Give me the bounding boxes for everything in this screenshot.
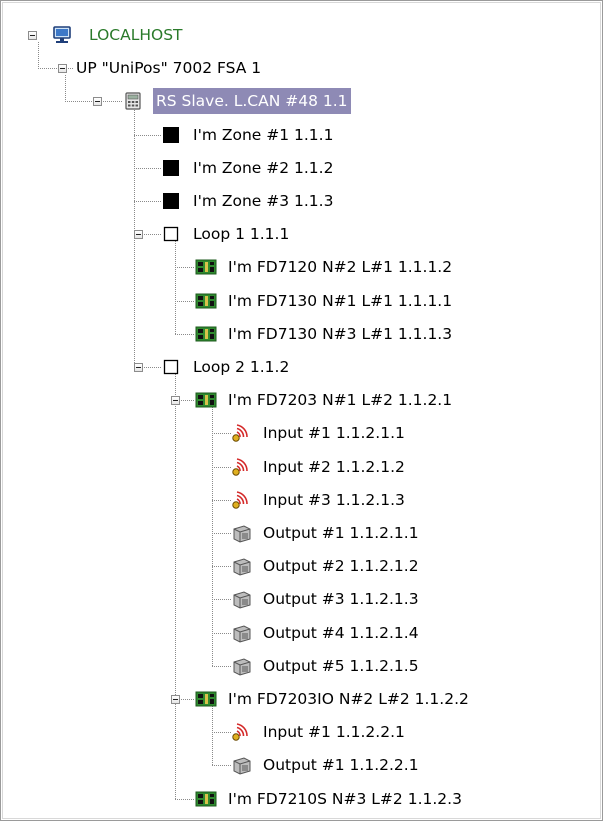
tree-node-label[interactable]: I'm FD7120 N#2 L#1 1.1.1.2 — [225, 254, 455, 280]
zone-filled-square-icon — [161, 158, 181, 178]
tree-node-label[interactable]: Output #5 1.1.2.1.5 — [260, 653, 422, 679]
circuit-board-icon — [195, 689, 217, 709]
expand-collapse-toggle[interactable] — [134, 230, 143, 240]
tree-view-panel: LOCALHOST UP "UniPos" 7002 FSA 1 RS Slave.… — [0, 0, 603, 821]
tree-connector-line — [212, 500, 231, 501]
tree-connector-line — [175, 241, 176, 334]
loop-empty-square-icon — [161, 224, 181, 244]
tree-connector-line — [212, 533, 231, 534]
tree-node-label[interactable]: I'm FD7203 N#1 L#2 1.1.2.1 — [225, 387, 455, 413]
tree-node-label[interactable]: Loop 2 1.1.2 — [190, 354, 292, 380]
tree-connector-line — [175, 799, 195, 800]
tree-node-label[interactable]: Input #2 1.1.2.1.2 — [260, 454, 408, 480]
tree-connector-line — [212, 566, 231, 567]
expand-collapse-toggle[interactable] — [28, 31, 37, 40]
tree-node-label[interactable]: Output #2 1.1.2.1.2 — [260, 553, 422, 579]
tree-node-label[interactable]: I'm FD7130 N#3 L#1 1.1.1.3 — [225, 321, 455, 347]
tree-node-label[interactable]: I'm FD7130 N#1 L#1 1.1.1.1 — [225, 288, 455, 314]
output-relay-icon — [231, 755, 251, 775]
tree-connector-line — [212, 765, 231, 766]
signal-input-icon — [231, 490, 251, 510]
output-relay-icon — [231, 556, 251, 576]
tree-connector-line — [212, 599, 231, 600]
tree-connector-line — [38, 42, 39, 68]
tree-node-label[interactable]: I'm FD7203IO N#2 L#2 1.1.2.2 — [225, 686, 472, 712]
tree-node-label[interactable]: Input #3 1.1.2.1.3 — [260, 487, 408, 513]
zone-filled-square-icon — [161, 125, 181, 145]
tree-connector-line — [175, 301, 195, 302]
expand-collapse-toggle[interactable] — [93, 97, 102, 107]
tree-connector-line — [134, 201, 161, 202]
circuit-board-icon — [195, 257, 217, 277]
tree-connector-line — [134, 168, 161, 169]
tree-node-label[interactable]: LOCALHOST — [86, 22, 186, 48]
tree-connector-line — [212, 666, 231, 667]
expand-collapse-toggle[interactable] — [171, 396, 180, 406]
tree-node-label[interactable]: Input #1 1.1.2.1.1 — [260, 420, 408, 446]
tree-node-label[interactable]: I'm Zone #2 1.1.2 — [190, 155, 336, 181]
tree-connector-line — [212, 407, 213, 666]
output-relay-icon — [231, 656, 251, 676]
tree-connector-line — [212, 433, 231, 434]
circuit-board-icon — [195, 291, 217, 311]
tree-node-label[interactable]: Output #1 1.1.2.2.1 — [260, 752, 422, 778]
tree-connector-line — [175, 374, 176, 799]
tree-connector-line — [38, 68, 73, 69]
tree-connector-line — [212, 467, 231, 468]
tree-node-label[interactable]: I'm Zone #3 1.1.3 — [190, 188, 336, 214]
tree-connector-line — [212, 633, 231, 634]
expand-collapse-toggle[interactable] — [171, 695, 180, 704]
computer-icon — [52, 25, 72, 45]
expand-collapse-toggle[interactable] — [58, 64, 67, 74]
circuit-board-icon — [195, 789, 217, 809]
output-relay-icon — [231, 589, 251, 609]
circuit-board-icon — [195, 390, 217, 410]
tree-node-label[interactable]: I'm FD7210S N#3 L#2 1.1.2.3 — [225, 786, 465, 812]
signal-input-icon — [231, 457, 251, 477]
expand-collapse-toggle[interactable] — [134, 363, 143, 372]
tree-node-label[interactable]: Loop 1 1.1.1 — [190, 221, 292, 247]
tree-connector-line — [134, 135, 161, 136]
tree-node-label[interactable]: Output #4 1.1.2.1.4 — [260, 620, 422, 646]
output-relay-icon — [231, 523, 251, 543]
tree-connector-line — [175, 334, 195, 335]
tree-connector-line — [175, 267, 195, 268]
calculator-icon — [123, 91, 143, 111]
tree-node-label-selected[interactable]: RS Slave. L.CAN #48 1.1 — [153, 88, 351, 115]
tree-node-label[interactable]: Output #1 1.1.2.1.1 — [260, 520, 422, 546]
circuit-board-icon — [195, 324, 217, 344]
loop-empty-square-icon — [161, 357, 181, 377]
tree-node-label[interactable]: Input #1 1.1.2.2.1 — [260, 719, 408, 745]
device-tree: LOCALHOST UP "UniPos" 7002 FSA 1 RS Slave.… — [1, 1, 602, 820]
tree-connector-line — [212, 706, 213, 765]
signal-input-icon — [231, 423, 251, 443]
output-relay-icon — [231, 623, 251, 643]
zone-filled-square-icon — [161, 191, 181, 211]
tree-node-label[interactable]: Output #3 1.1.2.1.3 — [260, 586, 422, 612]
signal-input-icon — [231, 722, 251, 742]
tree-connector-line — [212, 732, 231, 733]
tree-node-label[interactable]: UP "UniPos" 7002 FSA 1 — [73, 55, 264, 81]
tree-connector-line — [65, 75, 66, 101]
tree-node-label[interactable]: I'm Zone #1 1.1.1 — [190, 122, 336, 148]
